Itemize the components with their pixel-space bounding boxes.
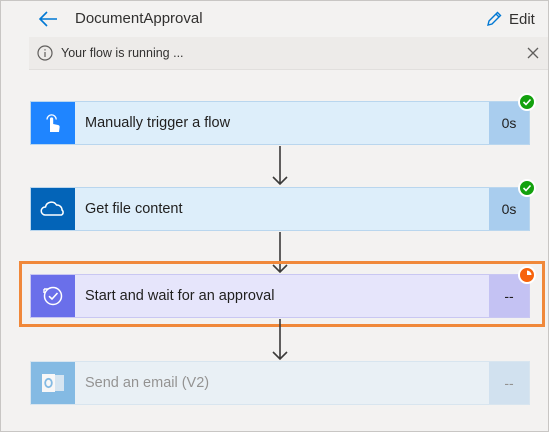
flow-run-window: DocumentApproval Edit Your flow is runni… (0, 0, 549, 432)
step-icon-box (31, 188, 75, 230)
close-icon[interactable] (526, 46, 540, 60)
edit-button[interactable]: Edit (485, 8, 535, 30)
notification-message: Your flow is running ... (61, 46, 184, 60)
info-icon (37, 45, 53, 61)
back-arrow-icon (38, 11, 57, 27)
connector-arrow-icon (272, 146, 288, 186)
canvas-left-margin (1, 37, 29, 431)
step-icon-box (31, 362, 75, 404)
step-duration: -- (489, 362, 529, 404)
highlight-box (19, 261, 545, 327)
step-card-get-file[interactable]: Get file content 0s (30, 187, 530, 231)
step-card-send-email[interactable]: Send an email (V2) -- (30, 361, 530, 405)
step-label: Send an email (V2) (85, 375, 210, 391)
notification-bar: Your flow is running ... (29, 37, 548, 70)
step-label: Get file content (85, 201, 183, 217)
onedrive-icon (40, 201, 64, 216)
touch-icon (46, 114, 60, 132)
header: DocumentApproval Edit (1, 1, 548, 37)
connector-arrow-icon (272, 319, 288, 361)
page-title: DocumentApproval (75, 10, 203, 27)
success-check-icon (518, 93, 536, 111)
step-label: Manually trigger a flow (85, 115, 231, 131)
step-icon-box (31, 102, 75, 144)
back-button[interactable] (37, 8, 59, 30)
edit-label: Edit (509, 10, 535, 28)
outlook-icon (42, 374, 64, 392)
success-check-icon (518, 179, 536, 197)
step-card-trigger[interactable]: Manually trigger a flow 0s (30, 101, 530, 145)
pencil-icon (487, 11, 502, 26)
